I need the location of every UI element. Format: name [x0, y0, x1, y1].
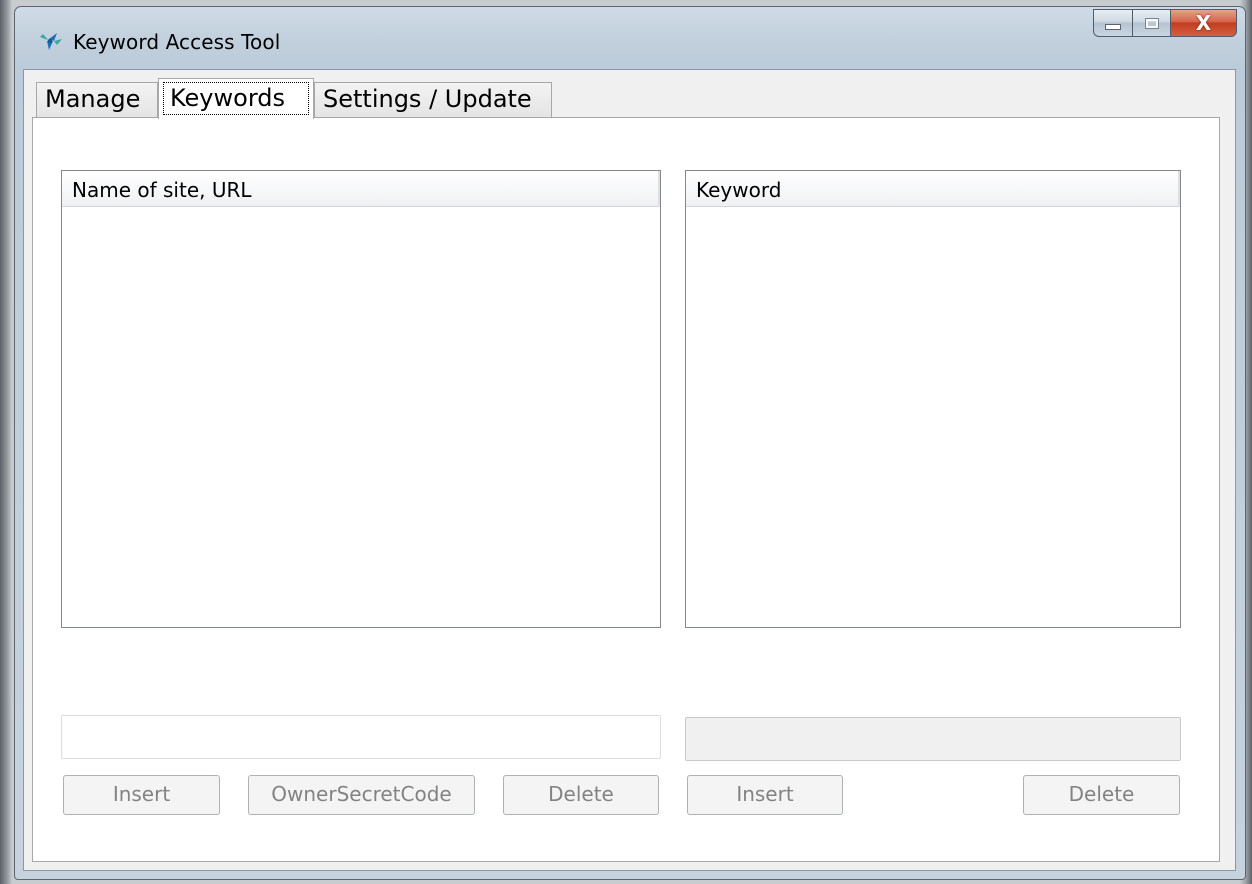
close-button[interactable]: X — [1171, 9, 1237, 37]
column-divider[interactable] — [1178, 171, 1180, 207]
delete-site-button[interactable]: Delete — [503, 775, 659, 815]
tab-keywords[interactable]: Keywords — [158, 78, 314, 119]
maximize-icon — [1144, 17, 1159, 29]
insert-site-button[interactable]: Insert — [63, 775, 220, 815]
site-name-column-header: Name of site, URL — [72, 178, 252, 202]
minimize-icon — [1105, 24, 1121, 30]
column-divider[interactable] — [658, 171, 660, 207]
keyword-column-header: Keyword — [696, 178, 782, 202]
window-title: Keyword Access Tool — [73, 30, 281, 54]
title-bar[interactable]: Keyword Access Tool X — [15, 7, 1245, 69]
site-input[interactable] — [62, 716, 660, 758]
site-input-box[interactable] — [61, 715, 661, 759]
keywords-list-header[interactable]: Keyword — [686, 171, 1180, 207]
keywords-list[interactable]: Keyword — [685, 170, 1181, 628]
delete-keyword-button[interactable]: Delete — [1023, 775, 1180, 815]
window-controls: X — [1093, 9, 1237, 39]
insert-keyword-button[interactable]: Insert — [687, 775, 843, 815]
maximize-button[interactable] — [1133, 9, 1171, 37]
keywords-tab-panel: Name of site, URL Keyword Insert OwnerSe… — [32, 117, 1220, 862]
keyword-input[interactable] — [686, 718, 1180, 760]
app-icon — [37, 31, 63, 51]
sites-list-header[interactable]: Name of site, URL — [62, 171, 660, 207]
keyword-input-box[interactable] — [685, 717, 1181, 761]
tab-keywords-label: Keywords — [163, 82, 309, 115]
tab-manage[interactable]: Manage — [36, 82, 158, 118]
owner-secret-code-button[interactable]: OwnerSecretCode — [248, 775, 475, 815]
tab-settings-update[interactable]: Settings / Update — [314, 82, 552, 118]
minimize-button[interactable] — [1093, 9, 1133, 37]
sites-list[interactable]: Name of site, URL — [61, 170, 661, 628]
close-icon: X — [1195, 11, 1212, 35]
window-client-area: Manage Settings / Update Keywords Name o… — [23, 69, 1236, 871]
app-window: Keyword Access Tool X Manage Settings / … — [14, 6, 1246, 880]
